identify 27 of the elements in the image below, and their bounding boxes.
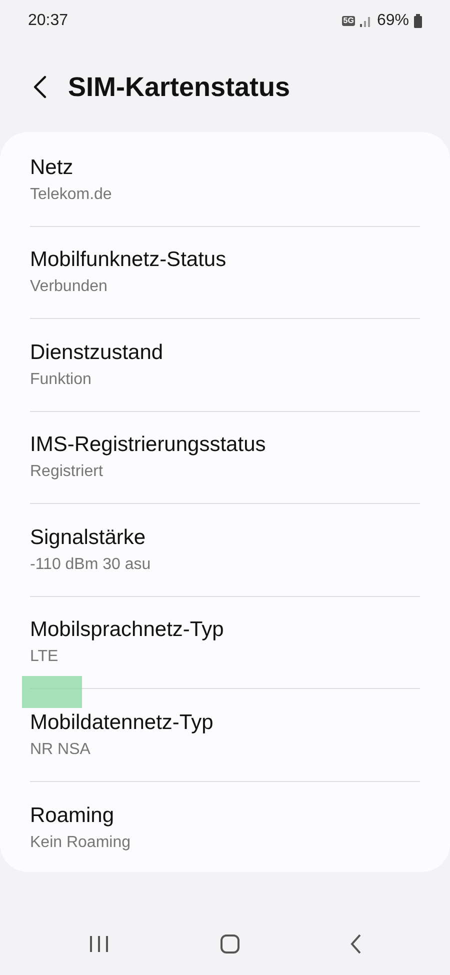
- status-time: 20:37: [28, 11, 68, 31]
- signal-icon: [360, 16, 372, 26]
- setting-title: IMS-Registrierungsstatus: [30, 432, 267, 458]
- setting-value: -110 dBm 30 asu: [30, 554, 152, 575]
- setting-title: Mobilsprachnetz-Typ: [30, 617, 225, 644]
- home-icon[interactable]: [220, 934, 240, 954]
- setting-value: NR NSA: [30, 740, 92, 760]
- setting-value: Kein Roaming: [30, 832, 132, 853]
- back-icon: [33, 75, 47, 99]
- battery-level: 69%: [376, 11, 409, 31]
- recent-apps-icon[interactable]: [88, 935, 110, 953]
- page-title: SIM-Kartenstatus: [68, 70, 290, 104]
- setting-value: Registriert: [30, 462, 104, 482]
- setting-title: Mobildatennetz-Typ: [30, 710, 214, 736]
- highlight-overlay: [22, 676, 82, 708]
- setting-title: Roaming: [30, 802, 116, 829]
- setting-title: Mobilfunknetz-Status: [30, 247, 228, 274]
- battery-icon: [414, 14, 422, 28]
- setting-title: Dienstzustand: [30, 340, 164, 366]
- back-nav-icon[interactable]: [350, 934, 362, 954]
- setting-value: LTE: [30, 647, 60, 668]
- setting-title: Signalstärke: [30, 524, 147, 551]
- setting-value: Telekom.de: [30, 184, 113, 205]
- setting-value: Verbunden: [30, 277, 108, 298]
- setting-title: Netz: [30, 154, 74, 181]
- setting-value: Funktion: [30, 370, 92, 390]
- network-type-label: 5G: [342, 16, 355, 26]
